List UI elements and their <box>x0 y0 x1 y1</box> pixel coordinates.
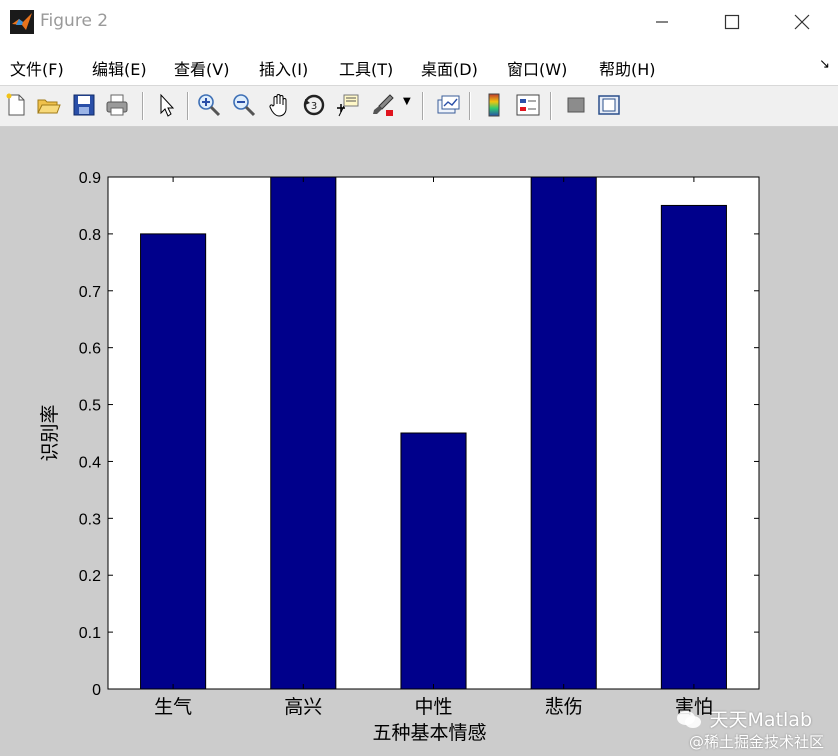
toolbar-separator <box>142 92 144 120</box>
matlab-logo-icon <box>10 10 34 34</box>
colorbar-icon[interactable] <box>481 92 507 118</box>
data-cursor-icon[interactable] <box>335 92 361 118</box>
y-tick-label: 0.5 <box>79 398 101 415</box>
hide-plot-tools-icon[interactable] <box>563 92 589 118</box>
x-tick-label: 悲伤 <box>545 696 583 718</box>
toolbar-separator <box>422 92 424 120</box>
x-tick-label: 中性 <box>414 696 452 718</box>
menu-file[interactable]: 文件(F) <box>10 56 64 80</box>
y-tick-label: 0.4 <box>79 454 101 471</box>
toolbar-separator <box>187 92 189 120</box>
zoom-out-icon[interactable] <box>231 92 257 118</box>
watermark-title: 天天Matlab <box>709 709 812 731</box>
maximize-icon[interactable] <box>718 8 746 36</box>
svg-text:3: 3 <box>311 101 317 112</box>
title-bar: Figure 2 <box>0 0 838 44</box>
watermark-source: @稀土掘金技术社区 <box>688 733 824 751</box>
save-icon[interactable] <box>71 92 97 118</box>
pan-hand-icon[interactable] <box>267 92 293 118</box>
zoom-in-icon[interactable] <box>196 92 222 118</box>
dock-arrow-icon[interactable]: ↘ <box>819 57 830 72</box>
toolbar-separator <box>550 92 552 120</box>
menu-window[interactable]: 窗口(W) <box>507 56 567 80</box>
close-icon[interactable] <box>788 8 816 36</box>
bar-0 <box>140 233 207 690</box>
figure-toolbar: 3 ▼ <box>0 86 838 127</box>
y-tick-label: 0.9 <box>79 170 101 187</box>
y-tick-label: 0.2 <box>79 568 101 585</box>
bar-3 <box>530 176 597 690</box>
show-plot-tools-icon[interactable] <box>596 92 622 118</box>
y-axis-label: 识别率 <box>39 404 61 461</box>
y-tick-label: 0.7 <box>79 284 101 301</box>
bar-2 <box>400 432 467 690</box>
x-tick-label: 高兴 <box>284 696 322 718</box>
minimize-icon[interactable] <box>648 8 676 36</box>
y-tick-label: 0 <box>92 682 101 699</box>
menu-edit[interactable]: 编辑(E) <box>92 56 147 80</box>
new-figure-icon[interactable] <box>3 92 29 118</box>
menu-desktop[interactable]: 桌面(D) <box>421 56 478 80</box>
y-tick-label: 0.3 <box>79 511 101 528</box>
menu-help[interactable]: 帮助(H) <box>599 56 656 80</box>
select-arrow-icon[interactable] <box>153 92 179 118</box>
menu-bar: 文件(F) 编辑(E) 查看(V) 插入(I) 工具(T) 桌面(D) 窗口(W… <box>0 47 838 86</box>
y-tick-label: 0.8 <box>79 227 101 244</box>
legend-icon[interactable] <box>515 92 541 118</box>
print-icon[interactable] <box>104 92 130 118</box>
y-tick-label: 0.6 <box>79 341 101 358</box>
bar-4 <box>660 204 727 690</box>
link-plot-icon[interactable] <box>435 92 461 118</box>
bar-1 <box>270 176 337 690</box>
menu-view[interactable]: 查看(V) <box>174 56 229 80</box>
x-axis-label: 五种基本情感 <box>372 722 486 744</box>
x-tick-label: 生气 <box>154 696 192 718</box>
menu-tools[interactable]: 工具(T) <box>339 56 393 80</box>
open-file-icon[interactable] <box>35 92 61 118</box>
figure-canvas: 0 0.1 0.2 0.3 0.4 0.5 0.6 0.7 0.8 0.9 生气 高兴 中性 悲伤 害怕 … <box>0 127 838 756</box>
window-title: Figure 2 <box>40 11 109 31</box>
y-tick-label: 0.1 <box>79 625 101 642</box>
brush-icon[interactable] <box>370 92 396 118</box>
menu-insert[interactable]: 插入(I) <box>259 56 308 80</box>
rotate-3d-icon[interactable]: 3 <box>301 92 327 118</box>
brush-dropdown-arrow-icon[interactable]: ▼ <box>403 96 411 107</box>
wechat-icon <box>677 711 701 728</box>
bar-chart: 00.10.20.30.40.50.60.70.80.9 生气 高兴 中性 悲伤 害怕 … <box>39 170 760 744</box>
toolbar-separator <box>469 92 471 120</box>
